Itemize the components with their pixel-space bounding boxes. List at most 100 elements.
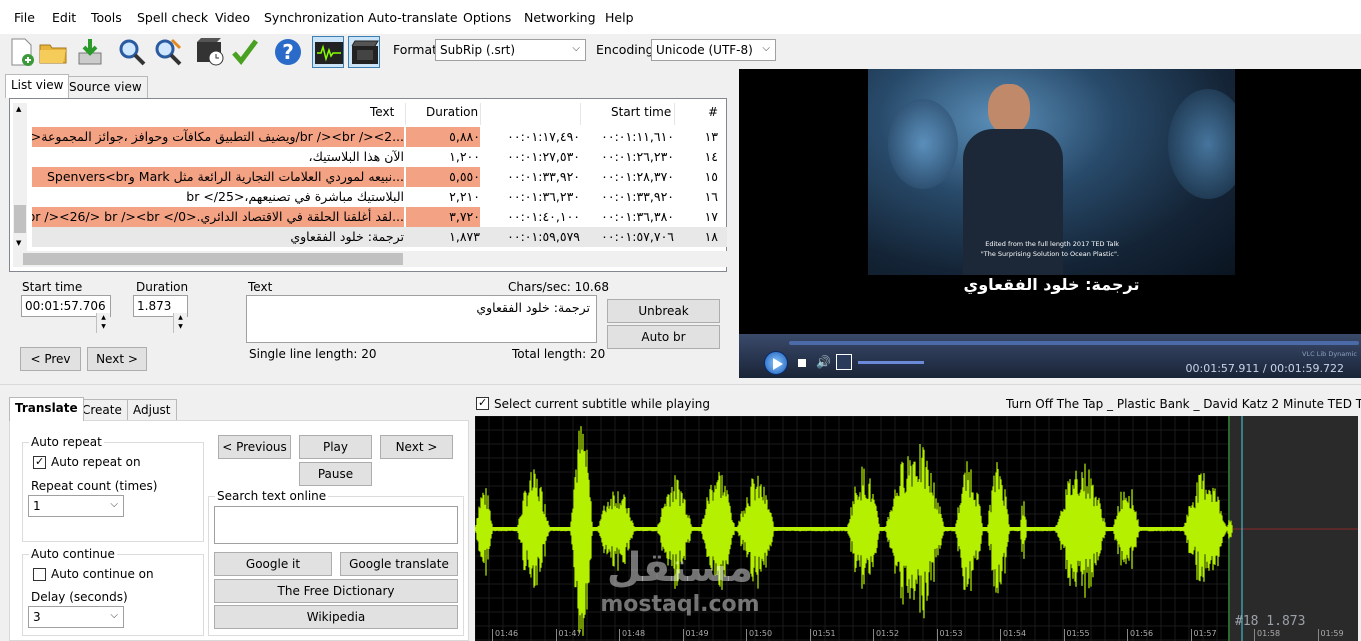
menu-help[interactable]: Help <box>605 10 634 25</box>
next-button[interactable]: Next > <box>87 347 147 371</box>
scrollbar[interactable]: ▲ ▼ <box>13 103 27 251</box>
table-row[interactable]: ترجمة: خلود الفقعاوي ١,٨٧٣ ٠٠:٠١:٥٩,٥٧٩ ٠٠:… <box>32 227 727 247</box>
duration-label: Duration <box>136 280 189 294</box>
select-current-checkbox[interactable]: ✓ <box>476 396 489 410</box>
time-tick-label: 01:53 <box>939 629 963 638</box>
google-it-button[interactable]: Google it <box>214 552 332 576</box>
tab-source-view[interactable]: Source view <box>63 76 148 98</box>
unbreak-button[interactable]: Unbreak <box>607 299 720 323</box>
cell-text: ...نبيعه لموردي العلامات التجارية الرائع… <box>32 167 404 187</box>
duration-input[interactable]: 1.873 ▲ ▼ <box>133 295 188 333</box>
time-tick <box>936 629 938 641</box>
auto-continue-checkbox[interactable] <box>33 568 46 581</box>
cell-start-time: ٠٠:٠١:٣٣,٩٢٠ <box>601 189 674 204</box>
splitter[interactable] <box>0 384 1361 385</box>
caption-line-2: "The Surprising Solution to Ocean Plasti… <box>980 250 1119 258</box>
auto-continue-title: Auto continue <box>29 547 117 561</box>
table-row[interactable]: ...لقد أغلقنا الحلقة في الاقتصاد الدائري… <box>32 207 727 227</box>
spell-check-icon[interactable] <box>229 36 261 68</box>
horizontal-scrollbar[interactable] <box>13 251 727 267</box>
encoding-value: Unicode (UTF-8) <box>656 43 753 57</box>
table-row[interactable]: ...br /><br /><2/ويضيف التطبيق مكافآت وح… <box>32 127 727 147</box>
menu-edit[interactable]: Edit <box>52 10 76 25</box>
video-caption: Edited from the full length 2017 TED Tal… <box>868 239 1235 259</box>
waveform-toggle-icon[interactable] <box>312 36 344 68</box>
spinner-arrows-icon[interactable]: ▲ ▼ <box>173 313 187 333</box>
visual-sync-icon[interactable] <box>194 36 226 68</box>
time-tick <box>746 629 747 641</box>
fullscreen-icon[interactable] <box>836 354 852 370</box>
select-current-label: Select current subtitle while playing <box>494 397 710 411</box>
next-subtitle-button[interactable]: Next > <box>380 435 453 459</box>
cell-end-time: ٠٠:٠١:٣٦,٢٣٠ <box>507 189 580 204</box>
cell-end-time: ٠٠:٠١:١٧,٤٩٠ <box>507 129 580 144</box>
volume-slider[interactable] <box>858 361 924 364</box>
search-text-input[interactable] <box>214 506 458 544</box>
pause-button[interactable]: Pause <box>299 462 372 486</box>
time-tick <box>809 629 811 641</box>
header-start-time[interactable]: Start time <box>611 105 671 127</box>
play-button[interactable]: Play <box>299 435 372 459</box>
video-player[interactable]: Edited from the full length 2017 TED Tal… <box>739 69 1361 378</box>
menu-options[interactable]: Options <box>463 10 511 25</box>
scroll-thumb[interactable] <box>14 205 26 233</box>
header-text[interactable]: Text <box>370 105 394 127</box>
wikipedia-button[interactable]: Wikipedia <box>214 605 458 629</box>
open-folder-icon[interactable] <box>37 36 69 68</box>
cell-text: البلاستيك مباشرة في تصنيعهم،<25/> br <box>186 189 404 204</box>
format-value: SubRip (.srt) <box>440 43 516 57</box>
tab-create[interactable]: Create <box>76 399 128 421</box>
play-icon[interactable] <box>764 351 788 375</box>
delay-select[interactable]: 3 ⌵ <box>28 606 124 628</box>
repeat-count-select[interactable]: 1 ⌵ <box>28 495 124 517</box>
volume-icon[interactable]: 🔊 <box>816 355 831 369</box>
delay-label: Delay (seconds) <box>31 590 128 604</box>
start-time-input[interactable]: 00:01:57.706 ▲ ▼ <box>21 295 111 333</box>
table-row[interactable]: ...نبيعه لموردي العلامات التجارية الرائع… <box>32 167 727 187</box>
tab-adjust[interactable]: Adjust <box>127 399 177 421</box>
time-tick-label: 01:55 <box>1066 629 1090 638</box>
cell-number: ١٣ <box>704 129 718 144</box>
replace-icon[interactable] <box>152 36 184 68</box>
menu-spell-check[interactable]: Spell check <box>137 10 208 25</box>
format-select[interactable]: SubRip (.srt) ⌵ <box>435 39 586 61</box>
menu-file[interactable]: File <box>14 10 35 25</box>
header-duration[interactable]: Duration <box>426 105 478 127</box>
tab-translate[interactable]: Translate <box>9 397 84 421</box>
find-icon[interactable] <box>116 36 148 68</box>
menu-tools[interactable]: Tools <box>91 10 122 25</box>
video-toggle-icon[interactable] <box>348 36 380 68</box>
prev-button[interactable]: < Prev <box>20 347 81 371</box>
h-scroll-thumb[interactable] <box>23 253 403 265</box>
caption-line-1: Edited from the full length 2017 TED Tal… <box>985 240 1119 248</box>
previous-button[interactable]: < Previous <box>218 435 291 459</box>
header-number[interactable]: # <box>708 105 718 127</box>
encoding-select[interactable]: Unicode (UTF-8) ⌵ <box>651 39 776 61</box>
save-download-icon[interactable] <box>74 36 106 68</box>
video-frame: Edited from the full length 2017 TED Tal… <box>868 69 1235 275</box>
time-tick-label: 01:48 <box>622 629 646 638</box>
scroll-up-icon[interactable]: ▲ <box>16 105 21 113</box>
tab-list-view[interactable]: List view <box>5 74 70 98</box>
auto-br-button[interactable]: Auto br <box>607 325 720 349</box>
auto-repeat-checkbox[interactable]: ✓ <box>33 455 46 469</box>
stop-icon[interactable] <box>798 359 806 367</box>
spinner-arrows-icon[interactable]: ▲ ▼ <box>96 313 110 333</box>
scroll-down-icon[interactable]: ▼ <box>16 239 21 247</box>
menu-video[interactable]: Video <box>215 10 250 25</box>
google-translate-button[interactable]: Google translate <box>340 552 458 576</box>
cell-number: ١٦ <box>704 189 718 204</box>
cell-text: ترجمة: خلود الفقعاوي <box>290 229 404 244</box>
table-row[interactable]: الآن هذا البلاستيك، ١,٢٠٠ ٠٠:٠١:٢٧,٥٣٠ ٠٠:٠… <box>32 147 727 167</box>
menu-networking[interactable]: Networking <box>524 10 596 25</box>
free-dictionary-button[interactable]: The Free Dictionary <box>214 579 458 603</box>
seek-bar[interactable] <box>789 341 1359 345</box>
subtitle-text-input[interactable]: ترجمة: خلود الفقعاوي <box>246 295 597 343</box>
menu-auto-translate[interactable]: Auto-translate <box>368 10 458 25</box>
repeat-count-label: Repeat count (times) <box>31 479 158 493</box>
menu-synchronization[interactable]: Synchronization <box>264 10 364 25</box>
help-icon[interactable]: ? <box>272 36 304 68</box>
audio-waveform[interactable]: مستقل mostaql.com #18 1.873 01:46 01:47 01… <box>475 416 1358 641</box>
new-file-icon[interactable] <box>5 36 37 68</box>
table-row[interactable]: البلاستيك مباشرة في تصنيعهم،<25/> br ٢,٢١… <box>32 187 727 207</box>
